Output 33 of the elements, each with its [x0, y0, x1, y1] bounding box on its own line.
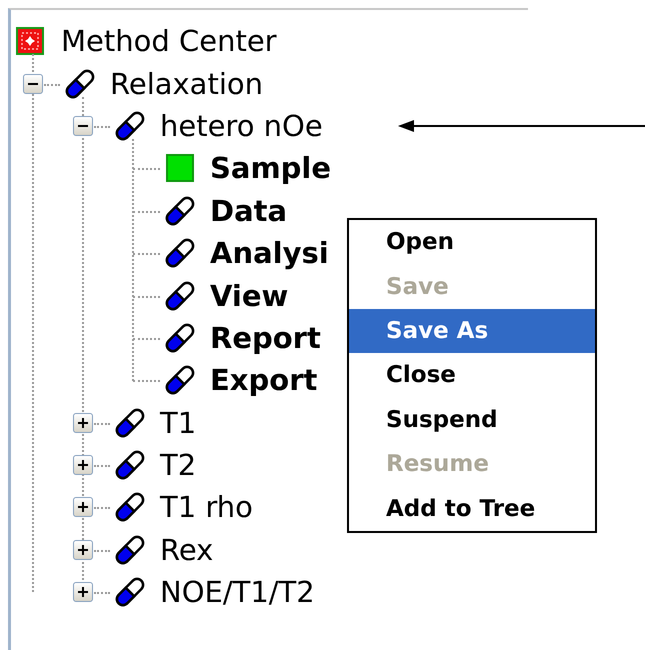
tree-item[interactable]: Relaxation [110, 66, 264, 101]
plus-icon [77, 544, 89, 556]
expander-button[interactable] [73, 497, 93, 518]
tree-item[interactable]: T1 rho [160, 490, 253, 524]
menu-item[interactable]: Open [349, 220, 595, 264]
grid-icon [16, 27, 44, 56]
menu-item[interactable]: Add to Tree [349, 486, 595, 531]
plus-icon [77, 501, 89, 514]
tree-item[interactable]: T2 [160, 448, 196, 482]
expander-button[interactable] [73, 582, 93, 602]
tree-item[interactable]: Rex [160, 532, 214, 567]
tree-item[interactable]: Report [210, 320, 321, 355]
expander-button[interactable] [73, 540, 93, 560]
square-icon [166, 154, 194, 182]
expander-button[interactable] [73, 412, 93, 433]
tree-item[interactable]: Analysi [210, 236, 329, 270]
tree-item[interactable]: T1 [160, 406, 196, 440]
tree-item[interactable]: View [210, 278, 288, 313]
expander-button[interactable] [23, 74, 43, 94]
menu-item[interactable]: Close [349, 353, 595, 398]
expander-button[interactable] [73, 116, 93, 136]
tree-item[interactable]: Export [210, 363, 318, 398]
menu-item[interactable]: Suspend [349, 398, 595, 442]
plus-icon [77, 459, 89, 472]
tree-item[interactable]: hetero nOe [160, 108, 323, 143]
tree-item[interactable]: Method Center [61, 24, 277, 58]
tree-item[interactable]: Sample [210, 151, 332, 186]
plus-icon [77, 416, 89, 429]
menu-item[interactable]: Save As [349, 308, 595, 354]
tree-item[interactable]: Data [210, 194, 288, 228]
plus-icon [77, 586, 89, 598]
tree-item[interactable]: NOE/T1/T2 [160, 575, 315, 610]
expander-button[interactable] [73, 455, 93, 476]
